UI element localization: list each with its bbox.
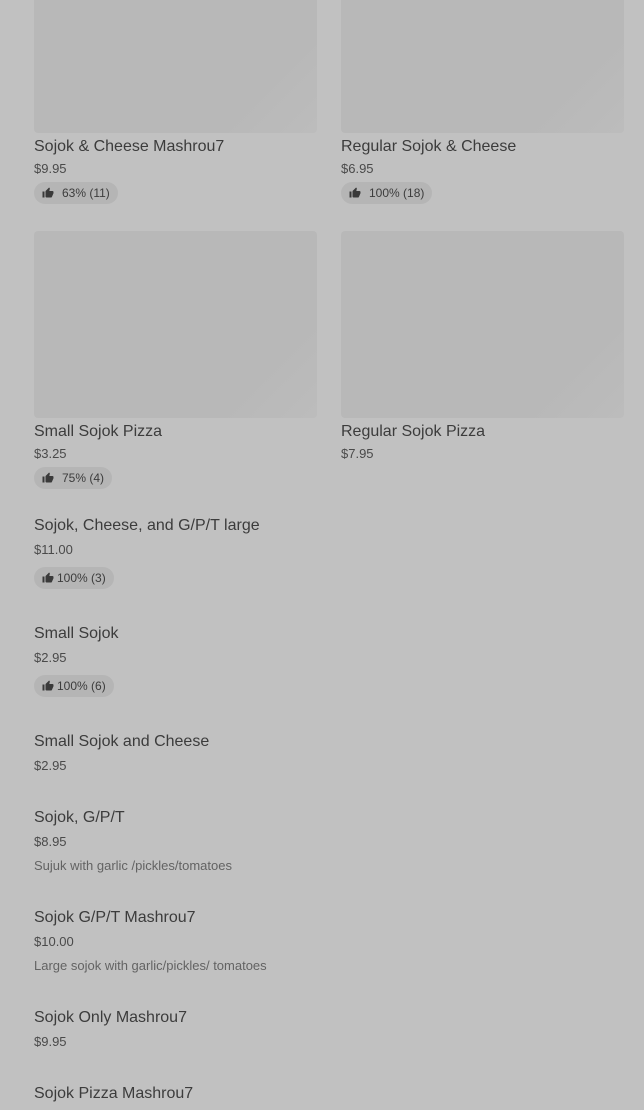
rating-badge: 75% (4) bbox=[34, 467, 113, 489]
rating-text: 100% (18) bbox=[369, 186, 425, 200]
menu-item-title: Small Sojok Pizza bbox=[34, 423, 163, 440]
thumbs-up-icon bbox=[42, 680, 54, 691]
menu-item-image bbox=[341, 0, 624, 133]
menu-item-title: Small Sojok and Cheese bbox=[34, 733, 210, 750]
menu-item-card[interactable]: Regular Sojok & Cheese $6.95 100% (18) bbox=[341, 0, 624, 204]
menu-list-item[interactable]: Sojok, G/P/T $8.95 Sujuk with garlic /pi… bbox=[34, 809, 614, 873]
menu-item-price: $8.95 bbox=[34, 834, 67, 849]
menu-item-price: $3.25 bbox=[34, 446, 67, 461]
menu-item-title: Sojok Pizza Mashrou7 bbox=[34, 1085, 194, 1102]
menu-item-image bbox=[34, 231, 317, 418]
menu-list-item[interactable]: Sojok, Cheese, and G/P/T large $11.00 10… bbox=[34, 517, 614, 589]
menu-item-price: $2.95 bbox=[34, 650, 67, 665]
menu-item-price: $6.95 bbox=[341, 161, 374, 176]
menu-item-description: Sujuk with garlic /pickles/tomatoes bbox=[34, 858, 232, 873]
menu-item-card[interactable]: Small Sojok Pizza $3.25 75% (4) bbox=[34, 231, 317, 489]
menu-item-title: Sojok, Cheese, and G/P/T large bbox=[34, 517, 260, 534]
menu-list-item[interactable]: Sojok Only Mashrou7 $9.95 bbox=[34, 1009, 614, 1049]
menu-item-title: Regular Sojok Pizza bbox=[341, 423, 486, 440]
rating-badge: 100% (6) bbox=[34, 675, 114, 697]
menu-list-item[interactable]: Small Sojok and Cheese $2.95 bbox=[34, 733, 614, 773]
rating-badge: 100% (3) bbox=[34, 567, 114, 589]
menu-item-title: Sojok G/P/T Mashrou7 bbox=[34, 909, 196, 926]
thumbs-up-icon bbox=[349, 187, 361, 198]
menu-item-card[interactable]: Regular Sojok Pizza $7.95 bbox=[341, 231, 624, 461]
menu-item-image bbox=[34, 0, 317, 133]
menu-item-price: $9.95 bbox=[34, 161, 67, 176]
thumbs-up-icon bbox=[42, 187, 54, 198]
menu-item-card[interactable]: Sojok & Cheese Mashrou7 $9.95 63% (11) bbox=[34, 0, 317, 204]
menu-list-item[interactable]: Sojok Pizza Mashrou7 bbox=[34, 1085, 614, 1103]
rating-text: 100% (3) bbox=[57, 571, 106, 585]
thumbs-up-icon bbox=[42, 572, 54, 583]
menu-item-price: $2.95 bbox=[34, 758, 67, 773]
rating-badge: 100% (18) bbox=[341, 182, 433, 204]
menu-item-title: Regular Sojok & Cheese bbox=[341, 138, 517, 155]
menu-item-title: Sojok Only Mashrou7 bbox=[34, 1009, 187, 1026]
menu-item-image bbox=[341, 231, 624, 418]
menu-item-price: $9.95 bbox=[34, 1034, 67, 1049]
menu-item-price: $7.95 bbox=[341, 446, 374, 461]
rating-badge: 63% (11) bbox=[34, 182, 118, 204]
rating-text: 75% (4) bbox=[62, 471, 105, 485]
menu-item-title: Sojok, G/P/T bbox=[34, 809, 125, 826]
menu-item-price: $10.00 bbox=[34, 934, 74, 949]
menu-list-item[interactable]: Small Sojok $2.95 100% (6) bbox=[34, 625, 614, 697]
rating-text: 100% (6) bbox=[57, 679, 106, 693]
menu-list-item[interactable]: Sojok G/P/T Mashrou7 $10.00 Large sojok … bbox=[34, 909, 614, 973]
thumbs-up-icon bbox=[42, 472, 54, 483]
menu-item-title: Small Sojok bbox=[34, 625, 119, 642]
menu-item-title: Sojok & Cheese Mashrou7 bbox=[34, 138, 225, 155]
rating-text: 63% (11) bbox=[62, 186, 110, 200]
menu-item-price: $11.00 bbox=[34, 542, 73, 557]
menu-item-description: Large sojok with garlic/pickles/ tomatoe… bbox=[34, 958, 267, 973]
